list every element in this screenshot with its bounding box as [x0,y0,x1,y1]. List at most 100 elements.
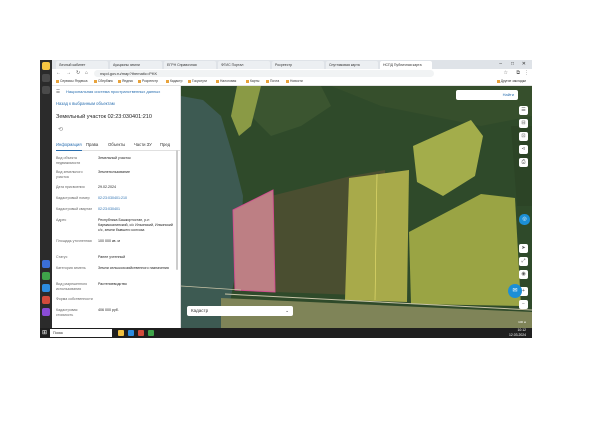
info-value: 100 000 кв. м [98,239,120,243]
browser-tab[interactable]: Личный кабинет [56,61,108,69]
app-icon[interactable] [42,62,50,70]
explorer-icon[interactable] [118,330,124,336]
browser-tab[interactable]: ФГИС Портал [218,61,270,69]
navigate-icon[interactable]: ➤ [519,244,528,253]
layer-select[interactable]: Кадастр ⌄ [187,306,293,316]
app-icon[interactable] [42,86,50,94]
chevron-down-icon: ⌄ [285,308,289,313]
chat-icon[interactable]: ✉ [508,284,522,298]
tab-objects[interactable]: Объекты [108,140,125,150]
bookmark[interactable]: Кадастр [166,78,183,85]
browser-tabbar: Личный кабинет Аукционы земли ЕГРН Справ… [52,60,532,69]
os-taskbar: ⊞ Поиск 10:12 12.03.2024 [40,328,532,338]
back-icon[interactable]: ← [56,69,61,78]
site-title[interactable]: Национальная система пространственных да… [66,86,160,98]
back-link[interactable]: Назад к выбранным объектам [56,101,115,106]
bookmark[interactable]: Сервисы Яндекса [56,78,88,85]
map-search[interactable]: Найти [456,90,518,100]
browser-tab-active[interactable]: НСПД Публичная карта [380,61,432,69]
info-label: Площадь уточненная [56,239,92,243]
layers-icon[interactable]: ☰ [519,106,528,115]
bookmark[interactable]: Яндекс [118,78,133,85]
info-label: Дата присвоения [56,185,85,189]
browser-tab[interactable]: Спутниковая карта [326,61,378,69]
menu-icon[interactable]: ⋮ [524,69,529,78]
screen: Личный кабинет Аукционы земли ЕГРН Справ… [40,60,532,338]
map-scale: 100 м [518,320,526,324]
app-icon[interactable] [42,74,50,82]
cadastral-quarter-link[interactable]: 02:23:030401 [98,207,174,212]
info-value: Земельный участок [98,156,131,160]
panel-header: ☰ Национальная система пространственных … [52,86,180,98]
browser-tab[interactable]: Аукционы земли [110,61,162,69]
bookmark[interactable]: Почта [266,78,279,85]
windows-start-icon[interactable]: ⊞ [42,329,47,337]
panel-scrollbar[interactable] [176,150,178,270]
select-icon[interactable]: ⊡ [519,132,528,141]
reload-icon[interactable]: ↻ [76,69,80,78]
star-icon[interactable]: ☆ [504,69,508,78]
locate-icon[interactable]: ◉ [519,270,528,279]
hamburger-icon[interactable]: ☰ [56,86,60,98]
chrome-icon[interactable] [138,330,144,336]
info-label: Адрес [56,218,67,222]
close-icon[interactable]: ✕ [522,60,526,69]
info-value: Республика Башкортостан, р-н Кармаскалин… [98,218,173,232]
info-value: Ранее учтенный [98,255,126,259]
bookmark[interactable]: Росреестр [138,78,158,85]
info-value: Растениеводство [98,282,127,286]
bookmark[interactable]: Карты [246,78,259,85]
bookmark[interactable]: Госуслуги [188,78,207,85]
info-label: Статус [56,255,68,259]
info-value: Земли сельскохозяйственного назначения [98,266,169,270]
maximize-icon[interactable]: □ [511,60,514,69]
edge-icon[interactable] [128,330,134,336]
tab-info[interactable]: Информация [56,140,82,151]
print-icon[interactable]: ⎙ [519,158,528,167]
tab-parts[interactable]: Части ЗУ [134,140,152,150]
bookmark[interactable]: Сбербанк [94,78,113,85]
share-map-icon[interactable]: ⋖ [519,145,528,154]
bookmark[interactable]: Налоговая [216,78,236,85]
zoom-out-icon[interactable]: − [519,300,528,309]
ruler-icon[interactable]: ⊟ [519,119,528,128]
app-icon[interactable] [42,296,50,304]
map-imagery [181,86,532,328]
minimize-icon[interactable]: – [499,60,502,69]
app-icon[interactable] [42,272,50,280]
app-icon[interactable] [42,284,50,292]
info-label: Кадастровая стоимость [56,308,78,317]
browser-tab[interactable]: Росреестр [272,61,324,69]
info-label: Форма собственности [56,297,93,301]
clock[interactable]: 10:12 12.03.2024 [509,328,526,338]
home-icon[interactable]: ⌂ [85,69,88,78]
app-icon[interactable] [148,330,154,336]
tab-more[interactable]: Пред [160,140,170,150]
info-label: Кадастровый номер [56,196,90,200]
bookmark[interactable]: Другие закладки [497,78,526,85]
satellite-map[interactable]: Найти ☰ ⊟ ⊡ ⋖ ⎙ ◎ ➤ ⤢ ◉ + − ✉ Кадастр ⌄ … [181,86,532,328]
browser-tab[interactable]: ЕГРН Справочная [164,61,216,69]
tab-rights[interactable]: Права [86,140,98,150]
url-field[interactable]: nspd.gov.ru/map?thematic=PKK [94,70,434,77]
layer-select-value: Кадастр [191,308,209,313]
info-value: 29.02.2024 [98,185,116,189]
bookmark[interactable]: Новости [286,78,303,85]
accessibility-icon[interactable]: ◎ [519,214,530,225]
fullscreen-icon[interactable]: ⤢ [519,257,528,266]
share-icon[interactable]: ⟲ [58,126,63,133]
bookmarks-bar: Сервисы Яндекса Сбербанк Яндекс Росреест… [52,78,532,86]
info-label: Вид разрешенного использования [56,282,88,291]
forward-icon[interactable]: → [66,69,71,78]
os-sidebar [40,60,52,328]
info-label: Кадастровый квартал [56,207,93,211]
info-label: Категория земель [56,266,86,270]
app-icon[interactable] [42,260,50,268]
extensions-icon[interactable]: ⧉ [516,69,520,78]
cadastral-number-link[interactable]: 02:23:030401:210 [98,196,174,201]
app-icon[interactable] [42,308,50,316]
info-value: Землепользование [98,170,131,174]
taskbar-search[interactable]: Поиск [50,329,112,337]
info-label: Вид объекта недвижимости [56,156,81,165]
info-label: Вид земельного участка [56,170,83,179]
